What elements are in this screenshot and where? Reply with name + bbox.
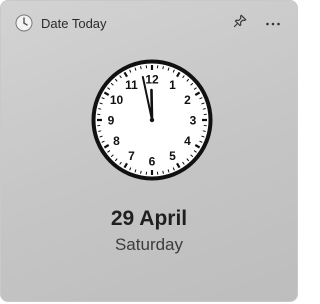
clock-tick-minor xyxy=(162,66,164,70)
clock-numeral: 9 xyxy=(108,114,115,128)
clock-numeral: 3 xyxy=(190,114,197,128)
clock-tick-minor xyxy=(202,130,206,132)
clock-numeral: 2 xyxy=(184,93,191,107)
clock-numeral: 5 xyxy=(169,149,176,163)
clock-tick-minor xyxy=(98,108,102,110)
clock-tick-minor xyxy=(98,130,102,132)
clock-tick-minor xyxy=(202,108,206,110)
more-options-button[interactable] xyxy=(261,12,285,34)
weekday-label: Saturday xyxy=(114,235,184,254)
clock-numeral: 8 xyxy=(113,134,120,148)
pin-icon xyxy=(233,14,247,33)
clock-numeral: 7 xyxy=(128,149,135,163)
date-label: 29 April xyxy=(110,207,188,230)
clock-numeral: 12 xyxy=(145,73,159,87)
date-widget: Date Today 12 1 2 3 4 5 6 7 8 9 10 11 29… xyxy=(0,0,298,302)
clock-tick-minor xyxy=(140,66,142,70)
clock-numeral: 4 xyxy=(184,134,191,148)
pin-button[interactable] xyxy=(229,12,251,34)
widget-titlebar: Date Today xyxy=(1,1,297,47)
clock-numeral: 11 xyxy=(125,78,138,92)
clock-center xyxy=(149,117,155,123)
clock-numeral: 1 xyxy=(169,78,176,92)
more-options-icon xyxy=(265,14,281,32)
widget-title: Date Today xyxy=(41,16,107,31)
clock-tick-minor xyxy=(140,170,142,174)
clock-tick-minor xyxy=(162,170,164,174)
clock-numeral: 6 xyxy=(149,155,156,169)
analog-clock: 12 12 3 45678 9 1011 xyxy=(91,59,213,181)
clock-numeral: 10 xyxy=(110,93,124,107)
clock-icon xyxy=(15,14,33,32)
